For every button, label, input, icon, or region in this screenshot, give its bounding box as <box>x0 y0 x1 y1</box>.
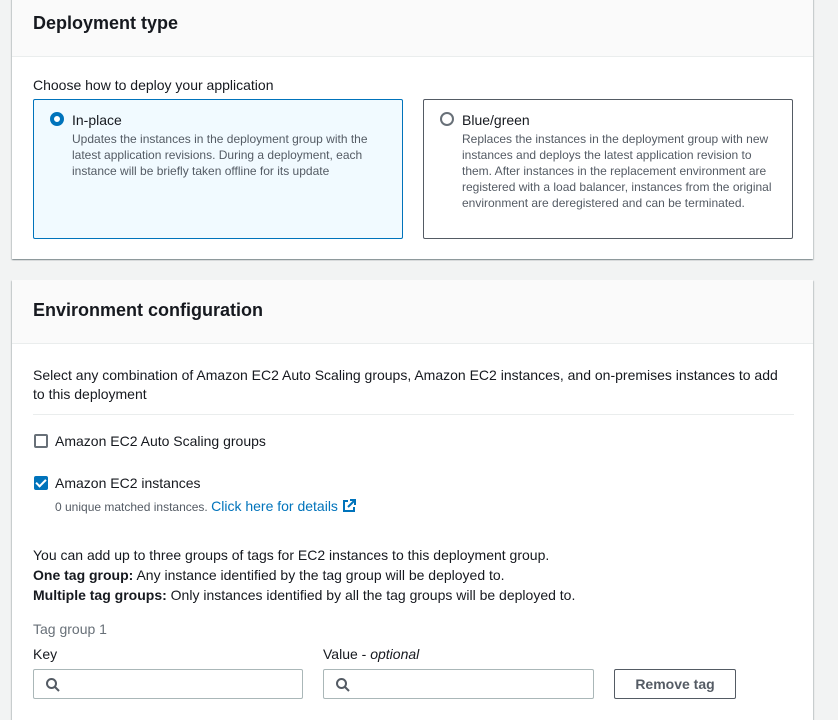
tag-info-line: You can add up to three groups of tags f… <box>33 547 550 563</box>
asg-label[interactable]: Amazon EC2 Auto Scaling groups <box>55 433 266 449</box>
asg-checkbox[interactable] <box>34 434 48 448</box>
in-place-description: Updates the instances in the deployment … <box>72 132 368 178</box>
divider <box>33 414 794 415</box>
external-link-icon <box>342 499 356 512</box>
value-optional: optional <box>370 646 420 662</box>
blue-green-label: Blue/green <box>462 112 530 128</box>
one-tag-text: Any instance identified by the tag group… <box>133 567 505 583</box>
key-input[interactable] <box>33 669 303 699</box>
remove-tag-button[interactable]: Remove tag <box>614 669 736 699</box>
multi-tag-text: Only instances identified by all the tag… <box>166 587 576 603</box>
details-link-label: Click here for details <box>211 498 338 514</box>
ec2-matched-row: 0 unique matched instances. Click here f… <box>55 498 356 514</box>
ec2-checkbox[interactable] <box>34 476 48 490</box>
environment-config-title: Environment configuration <box>33 300 264 320</box>
blue-green-option[interactable]: Blue/green Replaces the instances in the… <box>423 99 793 239</box>
tag-group-title: Tag group 1 <box>33 621 107 637</box>
deployment-type-title: Deployment type <box>33 13 179 33</box>
multi-tag-bold: Multiple tag groups: <box>33 587 167 603</box>
one-tag-info: One tag group: Any instance identified b… <box>33 567 505 583</box>
multi-tag-info: Multiple tag groups: Only instances iden… <box>33 587 575 603</box>
value-label-text: Value - <box>323 646 371 662</box>
search-icon <box>336 678 350 692</box>
key-label: Key <box>33 646 58 662</box>
ec2-matched-text: 0 unique matched instances. <box>55 500 208 514</box>
in-place-radio[interactable] <box>50 112 64 126</box>
deployment-type-prompt: Choose how to deploy your application <box>33 77 274 93</box>
one-tag-bold: One tag group: <box>33 567 134 583</box>
deployment-type-panel: Deployment type Choose how to deploy you… <box>12 0 813 259</box>
environment-intro: Select any combination of Amazon EC2 Aut… <box>33 367 778 402</box>
in-place-option[interactable]: In-place Updates the instances in the de… <box>33 99 403 239</box>
blue-green-radio[interactable] <box>440 112 454 126</box>
value-input[interactable] <box>323 669 594 699</box>
value-input-field[interactable] <box>358 674 582 692</box>
ec2-label[interactable]: Amazon EC2 instances <box>55 475 201 491</box>
details-link[interactable]: Click here for details <box>211 498 356 514</box>
key-input-field[interactable] <box>68 674 292 692</box>
value-label: Value - optional <box>323 646 419 662</box>
environment-config-panel: Environment configuration Select any com… <box>12 280 813 720</box>
in-place-label: In-place <box>72 112 122 128</box>
blue-green-description: Replaces the instances in the deployment… <box>462 132 772 210</box>
search-icon <box>46 678 60 692</box>
